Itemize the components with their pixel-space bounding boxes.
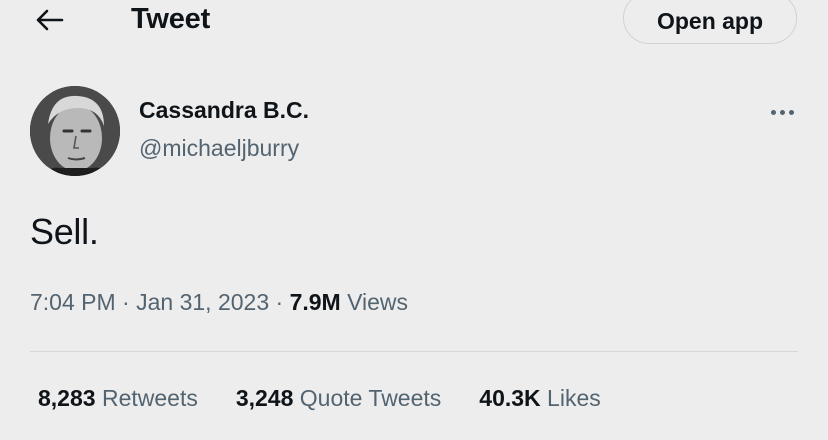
more-horizontal-icon bbox=[788, 109, 794, 115]
stat-label: Quote Tweets bbox=[299, 385, 442, 411]
tweet-meta: 7:04 PM · Jan 31, 2023 · 7.9M Views bbox=[30, 287, 408, 317]
author-handle[interactable]: @michaeljburry bbox=[139, 134, 299, 162]
meta-separator: · bbox=[115, 289, 137, 315]
tweet-date[interactable]: Jan 31, 2023 bbox=[136, 289, 269, 315]
tweet-text: Sell. bbox=[30, 211, 99, 252]
stat-likes[interactable]: 40.3K Likes bbox=[479, 383, 600, 413]
stat-label: Retweets bbox=[101, 385, 198, 411]
page-title: Tweet bbox=[131, 3, 211, 35]
engagement-stats: 8,283 Retweets 3,248 Quote Tweets 40.3K … bbox=[38, 383, 601, 413]
open-app-button[interactable]: Open app bbox=[623, 0, 797, 44]
more-horizontal-icon bbox=[770, 109, 776, 115]
more-horizontal-icon bbox=[779, 109, 785, 115]
views-label: Views bbox=[347, 289, 409, 315]
stat-count: 8,283 bbox=[38, 385, 96, 411]
divider bbox=[30, 351, 798, 352]
stat-count: 40.3K bbox=[479, 385, 541, 411]
more-button[interactable] bbox=[765, 100, 799, 124]
views-count: 7.9M bbox=[289, 289, 341, 315]
stat-label: Likes bbox=[547, 385, 601, 411]
author-name[interactable]: Cassandra B.C. bbox=[139, 96, 309, 124]
tweet-time[interactable]: 7:04 PM bbox=[30, 289, 116, 315]
stat-retweets[interactable]: 8,283 Retweets bbox=[38, 383, 198, 413]
top-bar: Tweet Open app bbox=[0, 0, 828, 60]
meta-separator: · bbox=[269, 289, 290, 315]
stat-count: 3,248 bbox=[235, 385, 294, 411]
back-button[interactable] bbox=[28, 2, 68, 38]
avatar[interactable] bbox=[30, 86, 120, 176]
arrow-left-icon bbox=[28, 2, 68, 38]
stat-quote-tweets[interactable]: 3,248 Quote Tweets bbox=[236, 383, 441, 413]
